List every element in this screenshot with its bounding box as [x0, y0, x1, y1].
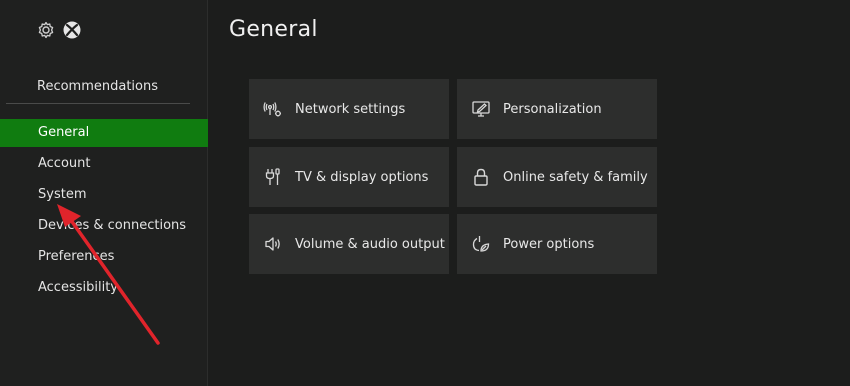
tile-network-settings[interactable]: Network settings: [249, 79, 449, 139]
tile-label: Online safety & family: [503, 169, 648, 185]
tile-label: Power options: [503, 236, 595, 252]
tile-personalization[interactable]: Personalization: [457, 79, 657, 139]
tile-label: Volume & audio output: [295, 236, 445, 252]
network-icon: [263, 99, 283, 119]
gear-icon[interactable]: [36, 20, 56, 40]
tile-tv-display-options[interactable]: TV & display options: [249, 147, 449, 207]
sidebar-item-recommendations[interactable]: Recommendations: [37, 79, 158, 94]
sidebar-divider: [6, 103, 190, 104]
tile-power-options[interactable]: Power options: [457, 214, 657, 274]
sidebar-header: [36, 20, 82, 40]
xbox-logo-icon: [62, 20, 82, 40]
tile-label: Network settings: [295, 101, 406, 117]
sidebar-item-accessibility[interactable]: Accessibility: [0, 274, 208, 302]
sidebar-item-preferences[interactable]: Preferences: [0, 243, 208, 271]
tile-label: TV & display options: [295, 169, 429, 185]
lock-icon: [471, 167, 491, 187]
power-icon: [471, 234, 491, 254]
sidebar: Recommendations General Account System D…: [0, 0, 208, 386]
tv-display-icon: [263, 167, 283, 187]
sidebar-item-account[interactable]: Account: [0, 150, 208, 178]
sidebar-item-general[interactable]: General: [0, 119, 208, 147]
sidebar-item-system[interactable]: System: [0, 181, 208, 209]
page-title: General: [229, 17, 318, 42]
tile-online-safety-family[interactable]: Online safety & family: [457, 147, 657, 207]
personalization-icon: [471, 99, 491, 119]
speaker-icon: [263, 234, 283, 254]
tile-volume-audio-output[interactable]: Volume & audio output: [249, 214, 449, 274]
sidebar-item-devices-connections[interactable]: Devices & connections: [0, 212, 208, 240]
tile-label: Personalization: [503, 101, 602, 117]
